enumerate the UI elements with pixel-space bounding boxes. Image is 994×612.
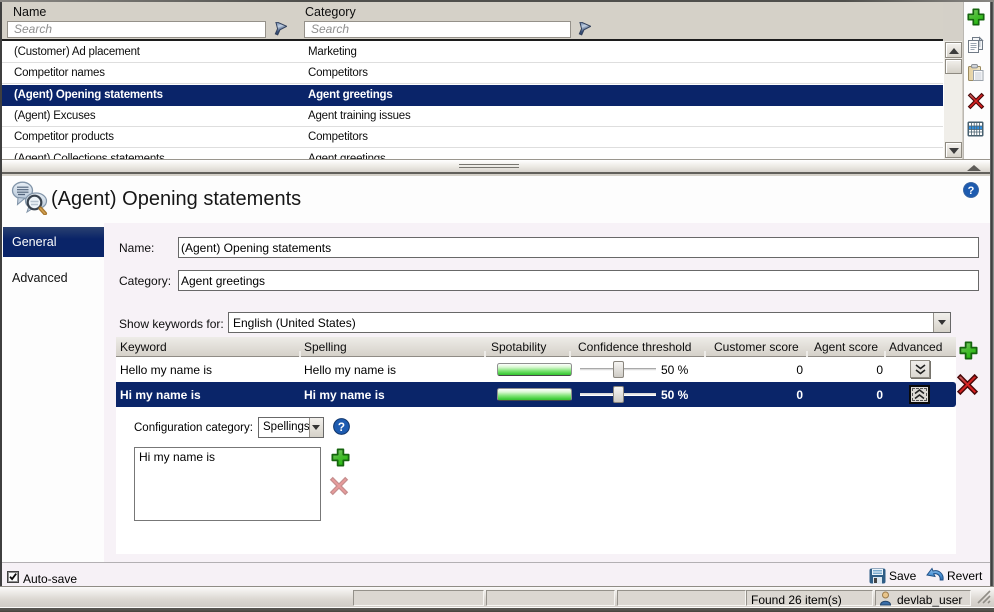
svg-text:?: ? (968, 185, 975, 197)
svg-text:?: ? (338, 421, 345, 434)
